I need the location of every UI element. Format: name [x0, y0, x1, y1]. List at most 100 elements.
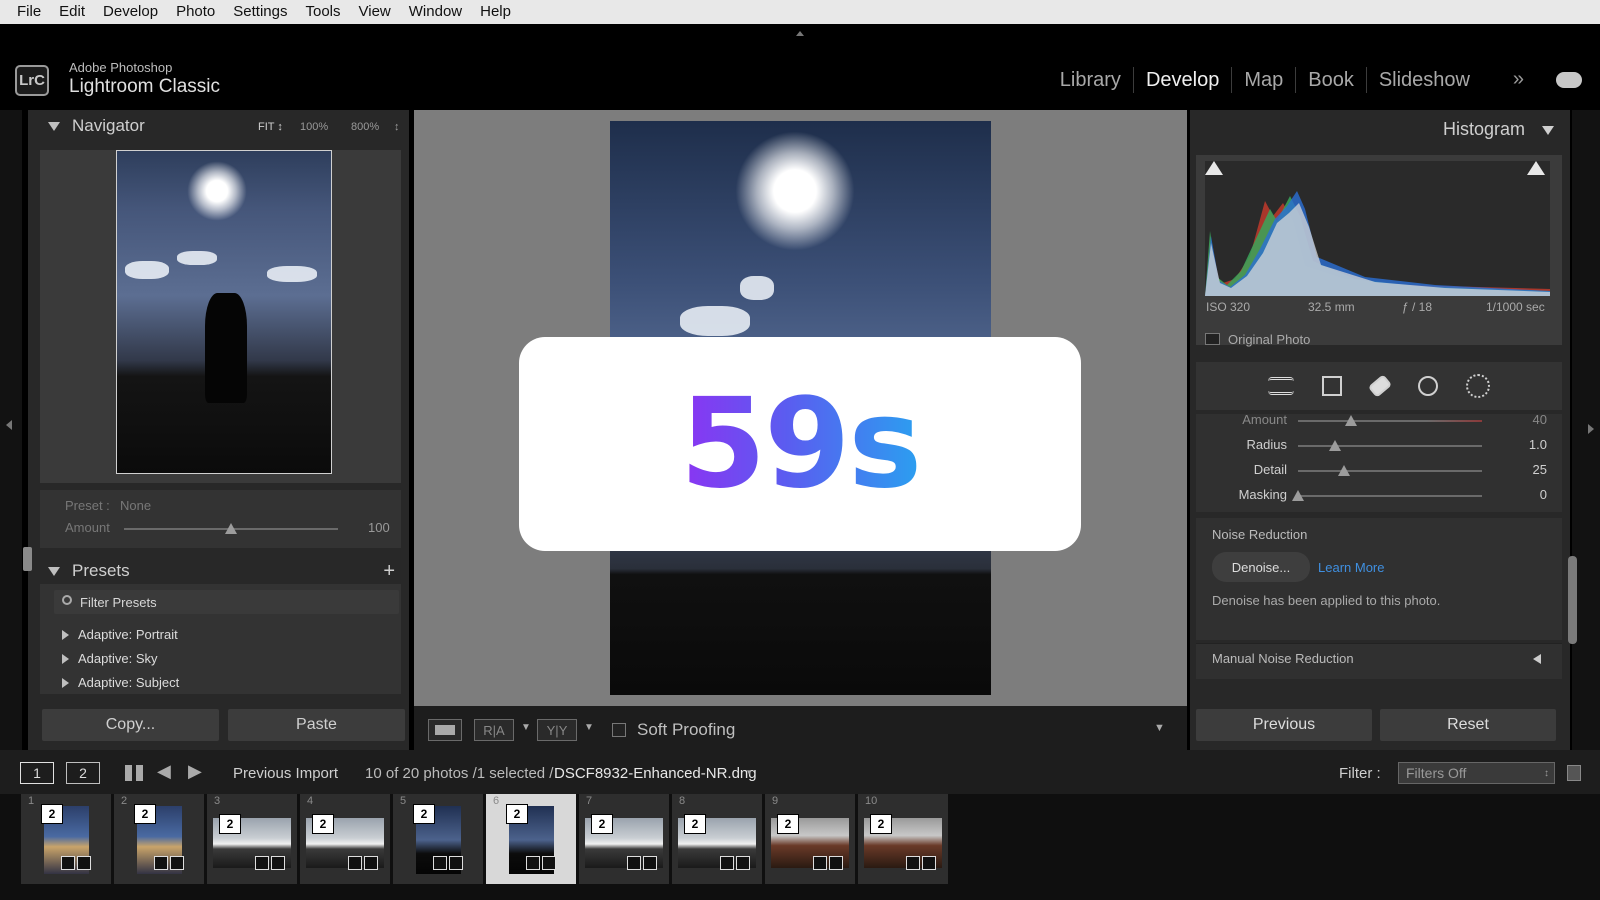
previous-button[interactable]: Previous: [1196, 709, 1372, 741]
detail-slider-track[interactable]: [1298, 445, 1482, 447]
filmstrip-cell[interactable]: 92: [765, 794, 855, 884]
menu-item-file[interactable]: File: [8, 0, 50, 24]
detail-value[interactable]: 1.0: [1507, 437, 1547, 452]
stack-count-badge[interactable]: 2: [506, 804, 528, 824]
manual-nr-disclosure-icon[interactable]: [1533, 654, 1541, 664]
filmstrip-cell[interactable]: 32: [207, 794, 297, 884]
detail-slider-track[interactable]: [1298, 420, 1482, 422]
menu-item-tools[interactable]: Tools: [296, 0, 349, 24]
soft-proofing-checkbox[interactable]: [612, 723, 626, 737]
main-window-button[interactable]: 1: [20, 762, 54, 784]
detail-slider-track[interactable]: [1298, 470, 1482, 472]
paste-button[interactable]: Paste: [228, 709, 405, 741]
menu-item-photo[interactable]: Photo: [167, 0, 224, 24]
learn-more-link[interactable]: Learn More: [1318, 560, 1384, 575]
filter-select[interactable]: Filters Off ↕: [1398, 762, 1555, 784]
left-panel-edge[interactable]: [0, 110, 22, 750]
menu-item-develop[interactable]: Develop: [94, 0, 167, 24]
menu-item-help[interactable]: Help: [471, 0, 520, 24]
menu-item-edit[interactable]: Edit: [50, 0, 94, 24]
detail-slider-thumb[interactable]: [1338, 465, 1350, 476]
presets-header[interactable]: Presets +: [28, 555, 409, 587]
histogram-graph[interactable]: [1205, 161, 1550, 296]
navigator-preview-image[interactable]: [116, 150, 332, 474]
stack-count-badge[interactable]: 2: [312, 814, 334, 834]
forward-arrow-icon[interactable]: ▶: [188, 761, 202, 782]
filmstrip-cell[interactable]: 10 2: [858, 794, 948, 884]
original-photo-checkbox[interactable]: [1205, 333, 1220, 345]
preset-folder[interactable]: Adaptive: Sky: [62, 651, 158, 666]
collapse-top-panel-icon[interactable]: [796, 31, 804, 36]
disclosure-right-icon[interactable]: [62, 629, 69, 640]
stack-count-badge[interactable]: 2: [591, 814, 613, 834]
detail-slider-thumb[interactable]: [1292, 490, 1304, 501]
preset-folder[interactable]: Adaptive: Portrait: [62, 627, 178, 642]
cloud-sync-icon[interactable]: [1556, 72, 1582, 88]
detail-slider-thumb[interactable]: [1328, 440, 1341, 451]
zoom-800[interactable]: 800%: [351, 121, 379, 133]
filmstrip-cell[interactable]: 82: [672, 794, 762, 884]
highlight-clipping-icon[interactable]: [1527, 161, 1545, 175]
right-panel-edge[interactable]: [1572, 110, 1600, 750]
stack-count-badge[interactable]: 2: [41, 804, 63, 824]
amount-slider-thumb[interactable]: [225, 523, 237, 534]
filmstrip-cell[interactable]: 72: [579, 794, 669, 884]
filter-lock-icon[interactable]: [1567, 765, 1581, 781]
disclosure-right-icon[interactable]: [62, 677, 69, 688]
right-panel-scrollbar[interactable]: [1568, 556, 1577, 644]
secondary-window-button[interactable]: 2: [66, 762, 100, 784]
filename-dropdown-icon[interactable]: ▾: [747, 767, 752, 778]
filmstrip-cell[interactable]: 22: [114, 794, 204, 884]
loupe-view-button[interactable]: [428, 719, 462, 741]
zoom-fit[interactable]: FIT ↕: [258, 121, 283, 133]
denoise-button[interactable]: Denoise...: [1212, 552, 1310, 582]
crop-icon[interactable]: [1322, 376, 1342, 396]
yy-dropdown-icon[interactable]: ▼: [584, 722, 594, 733]
module-library[interactable]: Library: [1048, 67, 1133, 93]
toolbar-menu-icon[interactable]: ▼: [1154, 722, 1165, 734]
detail-value[interactable]: 25: [1507, 462, 1547, 477]
module-book[interactable]: Book: [1295, 67, 1366, 93]
menu-item-view[interactable]: View: [350, 0, 400, 24]
eraser-icon[interactable]: [1367, 374, 1393, 398]
stack-count-badge[interactable]: 2: [870, 814, 892, 834]
source-label[interactable]: Previous Import: [233, 765, 338, 782]
stack-count-badge[interactable]: 2: [777, 814, 799, 834]
more-modules-icon[interactable]: »: [1513, 68, 1524, 91]
filmstrip-cell[interactable]: 12: [21, 794, 111, 884]
stack-count-badge[interactable]: 2: [134, 804, 156, 824]
add-preset-icon[interactable]: +: [383, 560, 395, 583]
detail-slider-thumb[interactable]: [1345, 415, 1358, 426]
masking-icon[interactable]: [1466, 374, 1490, 398]
disclosure-down-icon[interactable]: [48, 566, 60, 576]
before-after-ra-button[interactable]: R|A: [474, 719, 514, 741]
filmstrip-cell[interactable]: 52: [393, 794, 483, 884]
detail-slider-track[interactable]: [1298, 495, 1482, 497]
zoom-100[interactable]: 100%: [300, 121, 328, 133]
module-slideshow[interactable]: Slideshow: [1365, 67, 1482, 93]
red-eye-icon[interactable]: [1418, 376, 1438, 396]
detail-value[interactable]: 0: [1507, 487, 1547, 502]
reset-button[interactable]: Reset: [1380, 709, 1556, 741]
filmstrip-cell[interactable]: 42: [300, 794, 390, 884]
menu-item-settings[interactable]: Settings: [224, 0, 296, 24]
grid-view-icon[interactable]: [125, 765, 143, 781]
back-arrow-icon[interactable]: ◀: [157, 761, 171, 782]
detail-value[interactable]: 40: [1507, 412, 1547, 427]
stack-count-badge[interactable]: 2: [684, 814, 706, 834]
ra-dropdown-icon[interactable]: ▼: [521, 722, 531, 733]
current-filename[interactable]: DSCF8932-Enhanced-NR.dng: [554, 765, 757, 782]
preset-folder[interactable]: Adaptive: Subject: [62, 675, 179, 690]
shadow-clipping-icon[interactable]: [1205, 161, 1223, 175]
before-after-yy-button[interactable]: Y|Y: [537, 719, 577, 741]
module-develop[interactable]: Develop: [1132, 67, 1231, 93]
zoom-stepper-icon[interactable]: ↕: [394, 121, 400, 133]
disclosure-right-icon[interactable]: [62, 653, 69, 664]
stack-count-badge[interactable]: 2: [219, 814, 241, 834]
menu-item-window[interactable]: Window: [400, 0, 471, 24]
filter-presets-input[interactable]: Filter Presets: [54, 590, 399, 614]
stack-count-badge[interactable]: 2: [413, 804, 435, 824]
histogram-disclosure-icon[interactable]: [1542, 126, 1554, 135]
disclosure-down-icon[interactable]: [48, 121, 60, 131]
edit-sliders-icon[interactable]: [1268, 377, 1294, 395]
